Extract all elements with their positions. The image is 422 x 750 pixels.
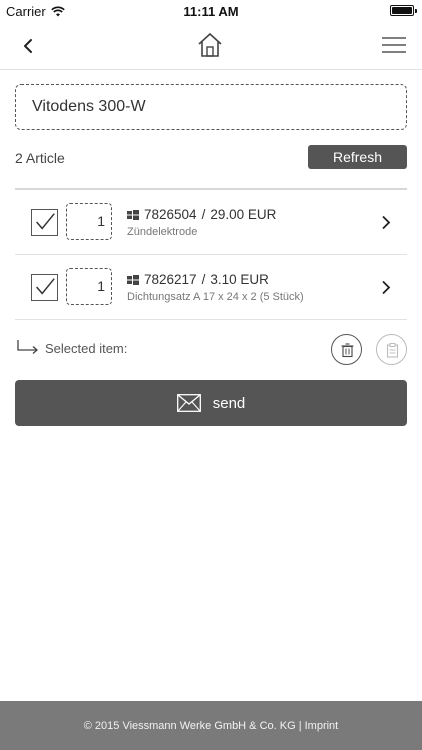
copy-button[interactable] (376, 334, 407, 365)
send-button[interactable]: send (15, 380, 407, 426)
article-info: 7826217 / 3.10 EUR Dichtungsatz A 17 x 2… (127, 272, 304, 303)
home-icon[interactable] (196, 32, 224, 58)
status-bar: Carrier 11:11 AM (0, 0, 422, 22)
hamburger-menu-icon[interactable] (382, 36, 406, 54)
trash-icon (341, 343, 354, 358)
search-input[interactable] (32, 98, 390, 116)
checkbox-checked-icon[interactable] (31, 209, 58, 236)
article-info: 7826504 / 29.00 EUR Zündelektrode (127, 207, 276, 238)
search-field[interactable] (15, 84, 407, 130)
article-description: Dichtungsatz A 17 x 24 x 2 (5 Stück) (127, 291, 304, 303)
article-number: 7826504 (144, 207, 197, 222)
list-item[interactable]: 1 7826217 / 3.10 EUR Dichtungsatz A 17 x… (15, 255, 407, 320)
navigation-bar (0, 22, 422, 70)
article-list: 1 7826504 / 29.00 EUR Zündelektrode 1 78… (15, 188, 407, 320)
checkbox-checked-icon[interactable] (31, 274, 58, 301)
footer[interactable]: © 2015 Viessmann Werke GmbH & Co. KG | I… (0, 701, 422, 750)
send-button-label: send (212, 394, 246, 412)
quantity-field[interactable]: 1 (66, 268, 112, 305)
list-item[interactable]: 1 7826504 / 29.00 EUR Zündelektrode (15, 190, 407, 255)
selected-item-label: Selected item: (45, 341, 128, 356)
refresh-button[interactable]: Refresh (308, 145, 407, 169)
envelope-icon (176, 394, 201, 412)
selected-item-bar: Selected item: (15, 330, 407, 370)
windows-logo-icon (127, 209, 139, 220)
quantity-field[interactable]: 1 (66, 203, 112, 240)
battery-icon (390, 5, 417, 16)
status-time: 11:11 AM (183, 4, 239, 19)
article-description: Zündelektrode (127, 226, 198, 238)
arrow-down-right-icon (17, 340, 38, 354)
article-separator: / (201, 207, 206, 222)
article-number: 7826217 (144, 272, 197, 287)
chevron-left-icon[interactable] (18, 34, 40, 58)
delete-button[interactable] (331, 334, 362, 365)
clipboard-icon (386, 343, 399, 358)
article-count: 2 Article (15, 150, 65, 166)
article-price: 29.00 EUR (210, 207, 277, 222)
windows-logo-icon (127, 274, 139, 285)
chevron-right-icon[interactable] (381, 215, 391, 230)
article-price: 3.10 EUR (210, 272, 269, 287)
chevron-right-icon[interactable] (381, 280, 391, 295)
article-separator: / (201, 272, 206, 287)
